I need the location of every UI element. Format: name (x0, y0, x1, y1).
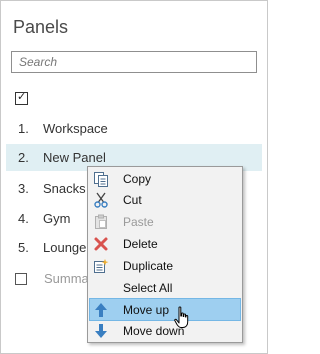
list-item[interactable]: 1. Workspace (6, 115, 262, 142)
item-number: 5. (18, 240, 29, 255)
duplicate-icon (93, 258, 109, 274)
item-label: Gym (43, 211, 71, 226)
select-all-checkbox[interactable]: ✓ (15, 91, 28, 105)
item-number: 4. (18, 211, 29, 226)
menu-item-label: Move up (123, 303, 170, 317)
menu-item-select-all[interactable]: Select All (90, 277, 240, 298)
arrow-up-icon (93, 302, 109, 318)
menu-item-move-up[interactable]: Move up (89, 298, 241, 321)
item-label: Workspace (43, 121, 108, 136)
x-icon (93, 236, 109, 252)
item-label: Lounge (43, 240, 87, 255)
menu-item-label: Copy (123, 172, 152, 186)
hand-cursor-icon (174, 306, 190, 330)
menu-item-duplicate[interactable]: Duplicate (90, 255, 240, 276)
item-number: 3. (18, 181, 29, 196)
menu-item-label: Select All (123, 281, 173, 295)
menu-item-copy[interactable]: Copy (90, 168, 240, 189)
summary-checkbox[interactable] (15, 273, 27, 285)
item-number: 2. (18, 150, 29, 165)
panel-title: Panels (13, 17, 69, 37)
scissors-icon (93, 192, 109, 208)
search-box[interactable] (11, 51, 257, 73)
menu-item-paste[interactable]: Paste (90, 211, 240, 232)
context-menu: Copy Cut Paste Delete Duplicate Select A… (87, 166, 243, 343)
menu-item-move-down[interactable]: Move down (90, 320, 240, 341)
copy-icon (93, 171, 109, 187)
search-input[interactable] (19, 53, 249, 71)
item-number: 1. (18, 121, 29, 136)
menu-item-label: Cut (123, 193, 142, 207)
arrow-down-icon (93, 323, 109, 339)
item-label: New Panel (43, 150, 106, 165)
menu-item-label: Duplicate (123, 259, 174, 273)
checkmark-icon: ✓ (17, 91, 27, 103)
clipboard-icon (93, 214, 109, 230)
menu-item-label: Delete (123, 237, 158, 251)
menu-item-cut[interactable]: Cut (90, 189, 240, 210)
menu-item-label: Paste (123, 215, 154, 229)
menu-item-delete[interactable]: Delete (90, 233, 240, 254)
